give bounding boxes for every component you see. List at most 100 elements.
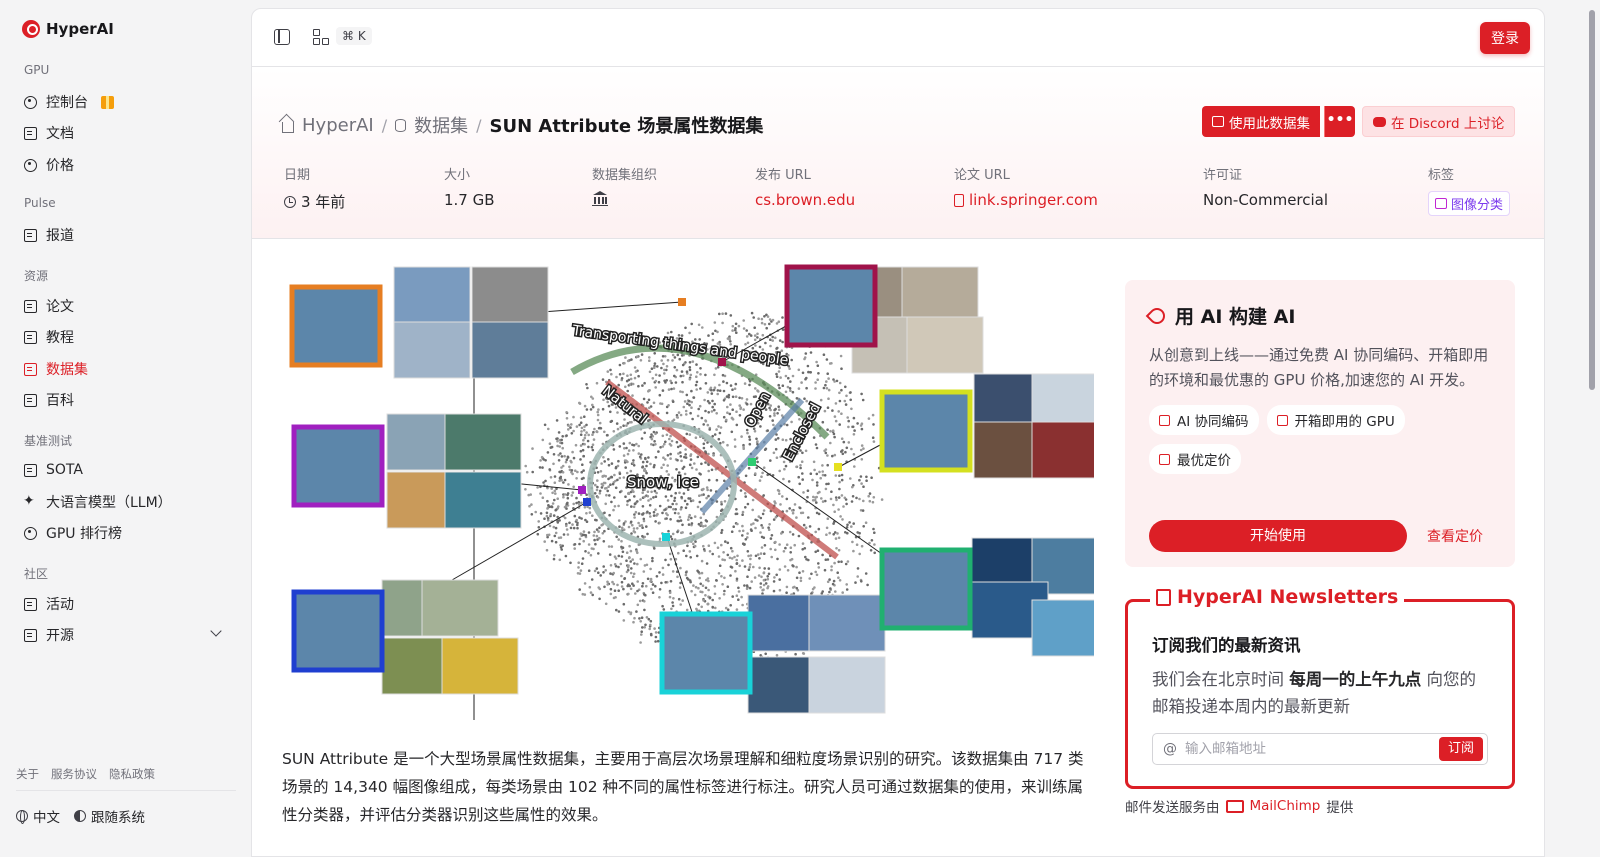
scatter-point [784, 464, 788, 468]
scatter-point [756, 460, 759, 464]
brand[interactable]: HyperAI [22, 20, 114, 38]
scatter-point [695, 468, 698, 471]
scatter-point [664, 440, 667, 444]
command-shortcut[interactable]: ⌘ K [336, 27, 372, 45]
discord-button[interactable]: 在 Discord 上讨论 [1362, 106, 1516, 137]
breadcrumb-datasets[interactable]: 数据集 [414, 112, 468, 138]
institution-icon[interactable] [592, 191, 608, 206]
sidebar-item-events[interactable]: 活动 [24, 592, 234, 616]
sidebar-item-sota[interactable]: SOTA [24, 458, 234, 482]
scatter-point [613, 563, 617, 566]
scatter-point [658, 537, 662, 541]
scatter-point [845, 446, 849, 450]
scatter-point [715, 412, 718, 415]
about-link[interactable]: 关于 [16, 766, 39, 782]
scatter-point [754, 518, 757, 522]
sidebar-item-wiki[interactable]: 百科 [24, 388, 234, 412]
scatter-point [641, 582, 645, 585]
scatter-point [761, 471, 764, 475]
sidebar-item-llm[interactable]: 大语言模型（LLM） [23, 490, 234, 514]
scatter-point [789, 551, 792, 554]
section-resources: 资源 [24, 269, 49, 283]
subscribe-button[interactable]: 订阅 [1439, 737, 1483, 761]
sidebar-item-datasets[interactable]: 数据集 [24, 357, 234, 381]
page-scrollbar[interactable] [1589, 10, 1595, 390]
sidebar-item-tutorials[interactable]: 教程 [24, 325, 234, 349]
scatter-point [706, 423, 710, 427]
scatter-point [682, 405, 686, 409]
sidebar-item-papers[interactable]: 论文 [24, 294, 234, 318]
calendar-icon [24, 597, 37, 611]
language-selector[interactable]: 中文 [16, 806, 60, 826]
view-pricing-link[interactable]: 查看定价 [1427, 526, 1483, 546]
scatter-point [603, 511, 606, 515]
scatter-point [769, 404, 772, 407]
sidebar-item-docs[interactable]: 文档 [24, 121, 234, 145]
scatter-point [726, 411, 729, 414]
scatter-point [626, 389, 629, 393]
publish-url-link[interactable]: cs.brown.edu [755, 191, 855, 209]
login-button[interactable]: 登录 [1480, 22, 1530, 54]
scatter-point [724, 465, 728, 469]
tag-image-classification[interactable]: 图像分类 [1428, 191, 1511, 216]
scatter-point [636, 355, 639, 358]
sidebar-item-console[interactable]: 控制台 [24, 90, 234, 114]
scatter-point [576, 470, 579, 474]
scatter-point [841, 518, 844, 521]
scatter-point [837, 508, 840, 511]
scatter-point [608, 494, 611, 497]
brand-name: HyperAI [46, 20, 114, 38]
scatter-point [764, 652, 767, 656]
terms-link[interactable]: 服务协议 [51, 766, 97, 782]
scatter-point [815, 472, 819, 476]
breadcrumb-home[interactable]: HyperAI [302, 115, 374, 136]
scatter-point [769, 547, 772, 551]
sidebar-item-opensource[interactable]: 开源 [24, 623, 234, 647]
scatter-point [653, 362, 657, 365]
scatter-point [715, 428, 718, 431]
scatter-point [679, 444, 682, 447]
email-input[interactable] [1185, 741, 1431, 757]
sidebar-toggle-icon[interactable] [274, 29, 290, 45]
mailchimp-link[interactable]: MailChimp [1250, 798, 1321, 814]
scatter-point [616, 464, 620, 468]
scatter-point [660, 466, 663, 469]
scatter-point [777, 405, 780, 408]
apps-icon[interactable] [313, 29, 329, 45]
scatter-point [605, 486, 608, 490]
scatter-point [641, 585, 644, 588]
paper-url-link[interactable]: link.springer.com [954, 191, 1098, 209]
scatter-point [769, 338, 772, 341]
scatter-point [851, 485, 854, 489]
scatter-point [618, 373, 622, 376]
photo-tile [421, 579, 499, 637]
scatter-point [528, 504, 531, 508]
newsletter-heading: 订阅我们的最新资讯 [1152, 636, 1301, 655]
start-button[interactable]: 开始使用 [1149, 520, 1407, 552]
scatter-point [657, 450, 660, 453]
scatter-point [807, 370, 810, 374]
sidebar-item-news[interactable]: 报道 [24, 223, 234, 247]
scatter-point [604, 502, 607, 506]
sidebar-item-gpu-leaderboard[interactable]: GPU 排行榜 [24, 521, 234, 545]
scatter-point [746, 341, 750, 345]
scatter-point [622, 372, 625, 376]
scatter-point [760, 475, 763, 478]
scatter-point [685, 576, 689, 580]
scatter-point [681, 523, 684, 527]
sidebar-item-pricing[interactable]: 价格 [24, 153, 234, 177]
scatter-point [674, 491, 677, 495]
scatter-point [645, 563, 649, 567]
scatter-point [641, 384, 644, 387]
scatter-point [650, 633, 653, 637]
use-dataset-button[interactable]: 使用此数据集 [1202, 106, 1320, 137]
scatter-point [693, 593, 697, 597]
scatter-point [547, 427, 550, 431]
more-options-button[interactable]: ••• [1324, 106, 1355, 137]
scatter-point [540, 455, 544, 459]
scatter-point [705, 520, 709, 523]
database-icon [395, 118, 407, 132]
privacy-link[interactable]: 隐私政策 [109, 766, 155, 782]
theme-selector[interactable]: 跟随系统 [74, 806, 145, 826]
scatter-point [734, 328, 737, 332]
